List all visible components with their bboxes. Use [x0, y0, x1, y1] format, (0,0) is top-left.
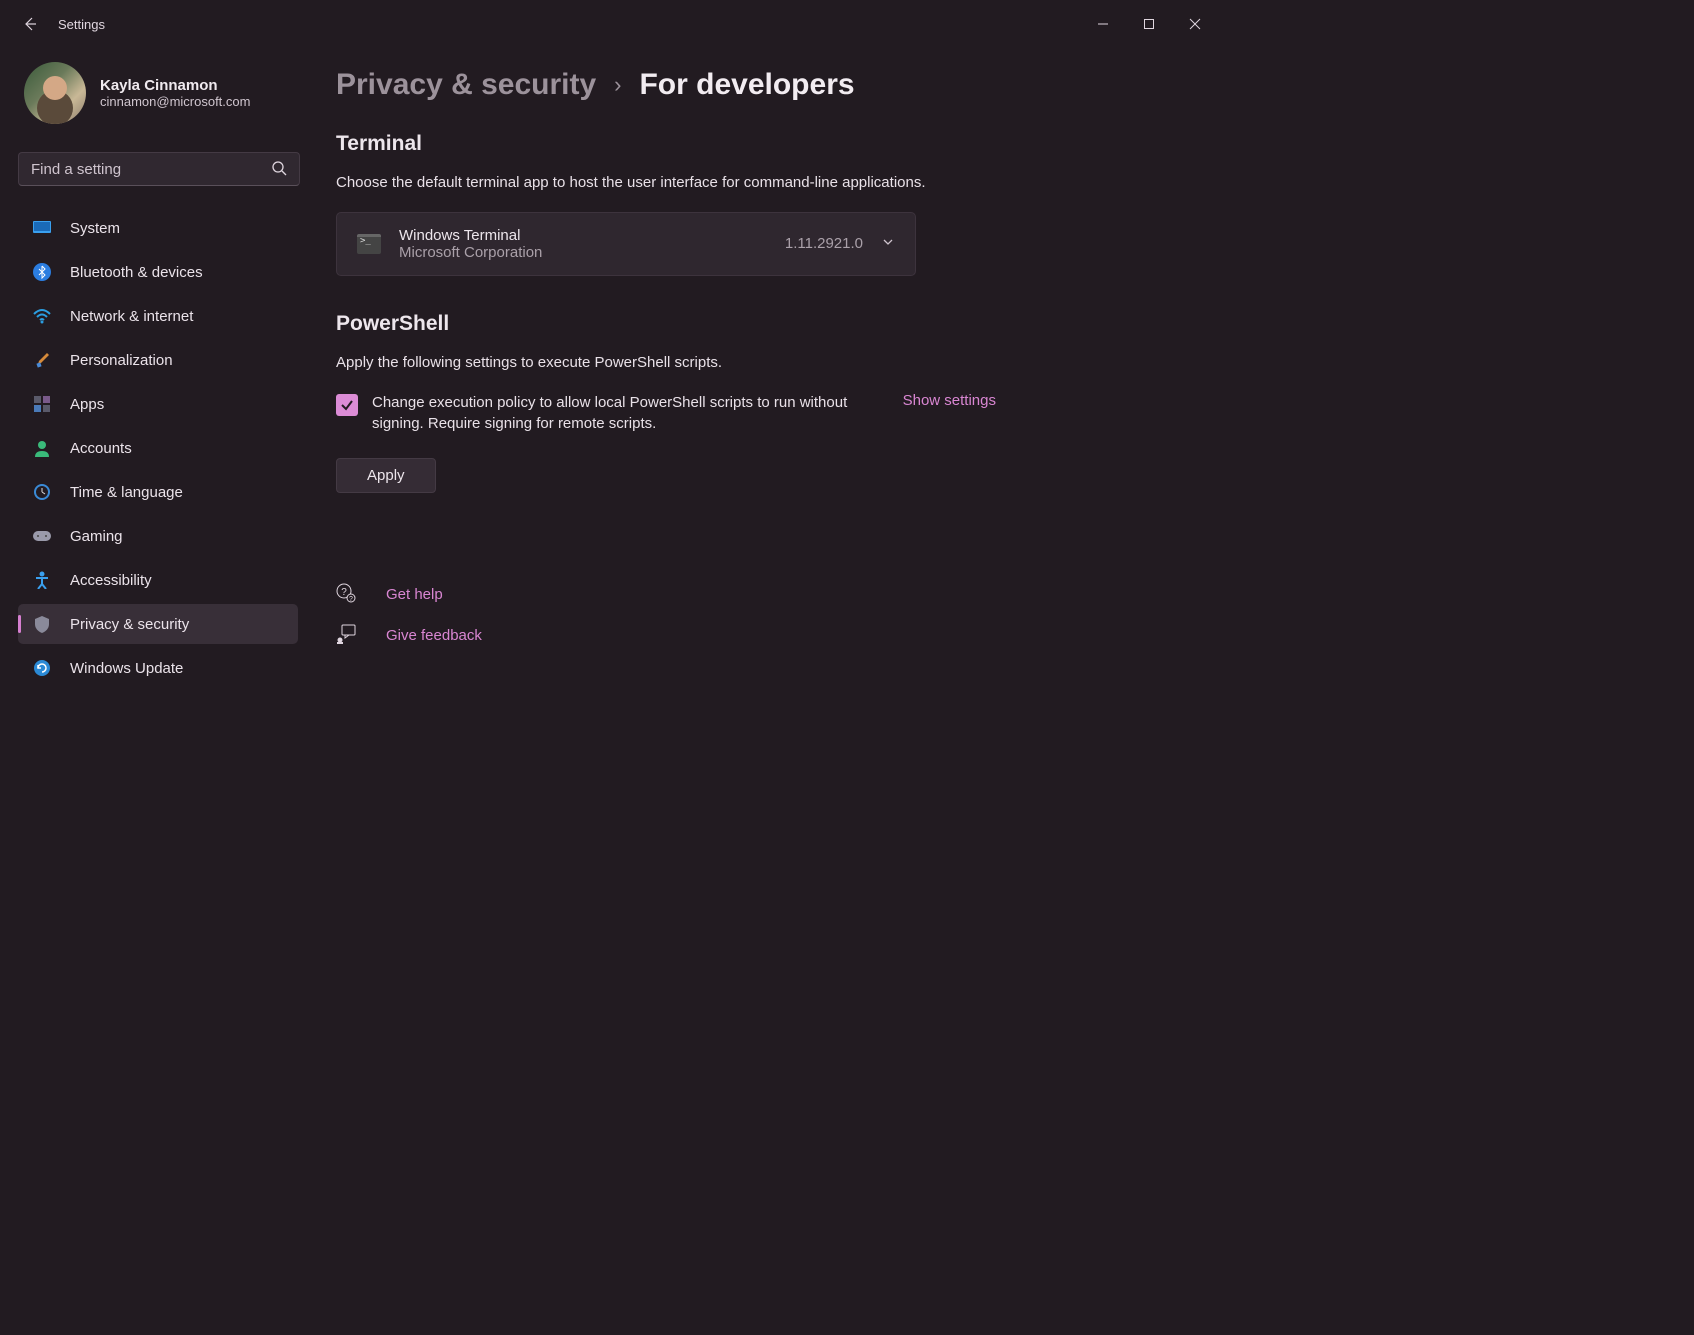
- help-links: ?? Get help Give feedback: [336, 583, 1182, 647]
- nav-label: System: [70, 220, 120, 237]
- breadcrumb-parent[interactable]: Privacy & security: [336, 68, 596, 102]
- chevron-down-icon: [881, 235, 895, 252]
- terminal-version: 1.11.2921.0: [785, 235, 863, 252]
- nav-network[interactable]: Network & internet: [18, 296, 298, 336]
- nav-time-language[interactable]: Time & language: [18, 472, 298, 512]
- nav-label: Apps: [70, 396, 104, 413]
- profile[interactable]: Kayla Cinnamon cinnamon@microsoft.com: [24, 62, 306, 124]
- gamepad-icon: [32, 526, 52, 546]
- minimize-icon: [1097, 18, 1109, 30]
- nav-privacy-security[interactable]: Privacy & security: [18, 604, 298, 644]
- nav-label: Windows Update: [70, 660, 183, 677]
- nav-label: Accessibility: [70, 572, 152, 589]
- brush-icon: [32, 350, 52, 370]
- terminal-heading: Terminal: [336, 132, 1182, 156]
- search-box[interactable]: [18, 152, 300, 186]
- nav-label: Bluetooth & devices: [70, 264, 203, 281]
- nav-list: System Bluetooth & devices Network & int…: [18, 208, 306, 688]
- close-icon: [1189, 18, 1201, 30]
- main-content: Privacy & security › For developers Term…: [310, 48, 1228, 968]
- clock-icon: [32, 482, 52, 502]
- window-controls: [1080, 8, 1218, 40]
- avatar: [24, 62, 86, 124]
- nav-label: Gaming: [70, 528, 123, 545]
- nav-label: Network & internet: [70, 308, 193, 325]
- help-icon: ??: [336, 583, 358, 606]
- terminal-app-card[interactable]: Windows Terminal Microsoft Corporation 1…: [336, 212, 916, 276]
- app-title: Settings: [58, 17, 105, 32]
- get-help-link[interactable]: ?? Get help: [336, 583, 1182, 606]
- accessibility-icon: [32, 570, 52, 590]
- nav-windows-update[interactable]: Windows Update: [18, 648, 298, 688]
- nav-bluetooth[interactable]: Bluetooth & devices: [18, 252, 298, 292]
- feedback-icon: [336, 624, 358, 647]
- user-email: cinnamon@microsoft.com: [100, 94, 250, 109]
- execution-policy-checkbox[interactable]: [336, 394, 358, 416]
- execution-policy-row: Change execution policy to allow local P…: [336, 392, 996, 434]
- maximize-button[interactable]: [1126, 8, 1172, 40]
- sidebar: Kayla Cinnamon cinnamon@microsoft.com Sy…: [0, 48, 310, 968]
- apps-icon: [32, 394, 52, 414]
- breadcrumb: Privacy & security › For developers: [336, 68, 1182, 102]
- monitor-icon: [32, 218, 52, 238]
- nav-gaming[interactable]: Gaming: [18, 516, 298, 556]
- bluetooth-icon: [32, 262, 52, 282]
- nav-system[interactable]: System: [18, 208, 298, 248]
- give-feedback-link[interactable]: Give feedback: [336, 624, 1182, 647]
- nav-label: Accounts: [70, 440, 132, 457]
- wifi-icon: [32, 306, 52, 326]
- minimize-button[interactable]: [1080, 8, 1126, 40]
- shield-icon: [32, 614, 52, 634]
- nav-label: Personalization: [70, 352, 173, 369]
- powershell-heading: PowerShell: [336, 312, 1182, 336]
- nav-accounts[interactable]: Accounts: [18, 428, 298, 468]
- back-button[interactable]: [10, 4, 50, 44]
- show-settings-link[interactable]: Show settings: [903, 392, 996, 409]
- nav-accessibility[interactable]: Accessibility: [18, 560, 298, 600]
- terminal-app-name: Windows Terminal: [399, 227, 767, 244]
- svg-text:?: ?: [349, 596, 353, 603]
- terminal-icon: [357, 234, 381, 254]
- execution-policy-label: Change execution policy to allow local P…: [372, 392, 869, 434]
- chevron-right-icon: ›: [614, 72, 621, 98]
- breadcrumb-current: For developers: [639, 68, 854, 102]
- terminal-description: Choose the default terminal app to host …: [336, 172, 1182, 194]
- powershell-description: Apply the following settings to execute …: [336, 352, 1182, 374]
- nav-personalization[interactable]: Personalization: [18, 340, 298, 380]
- maximize-icon: [1143, 18, 1155, 30]
- close-button[interactable]: [1172, 8, 1218, 40]
- search-icon: [271, 160, 287, 179]
- person-icon: [32, 438, 52, 458]
- svg-text:?: ?: [341, 587, 347, 598]
- user-name: Kayla Cinnamon: [100, 77, 250, 94]
- apply-button[interactable]: Apply: [336, 458, 436, 493]
- update-icon: [32, 658, 52, 678]
- nav-apps[interactable]: Apps: [18, 384, 298, 424]
- search-input[interactable]: [31, 161, 271, 178]
- terminal-publisher: Microsoft Corporation: [399, 244, 767, 261]
- nav-label: Privacy & security: [70, 616, 189, 633]
- arrow-left-icon: [22, 16, 38, 32]
- nav-label: Time & language: [70, 484, 183, 501]
- give-feedback-label: Give feedback: [386, 627, 482, 644]
- check-icon: [340, 398, 354, 412]
- get-help-label: Get help: [386, 586, 443, 603]
- titlebar: Settings: [0, 0, 1228, 48]
